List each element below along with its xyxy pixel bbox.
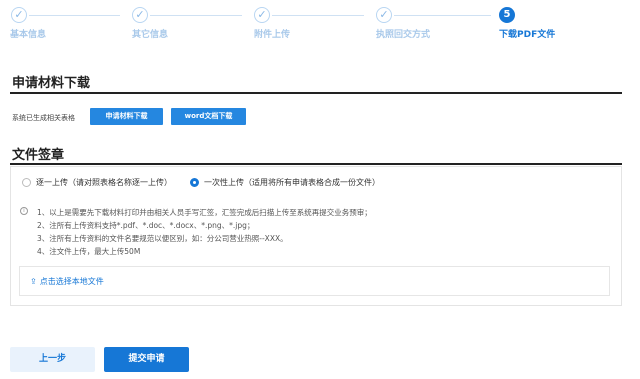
step-label: 附件上传 (254, 30, 291, 40)
upload-one-by-one-radio[interactable] (22, 178, 31, 187)
download-materials-button[interactable]: 申请材料下载 (90, 108, 163, 125)
check-icon: ✓ (132, 7, 148, 23)
previous-step-button[interactable]: 上一步 (10, 347, 95, 372)
radio-label[interactable]: 逐一上传（请对照表格名称逐一上传） (36, 177, 172, 188)
step-label: 基本信息 (10, 30, 47, 40)
generated-forms-label: 系统已生成相关表格 (12, 114, 75, 122)
progress-stepper: ✓ 基本信息 ✓ 其它信息 ✓ 附件上传 ✓ 执照回交方式 5 下载PDF文件 (0, 0, 640, 50)
upload-link-label: 点击选择本地文件 (39, 277, 104, 286)
check-icon: ✓ (11, 7, 27, 23)
step-connector (150, 15, 242, 16)
info-icon: i (20, 207, 28, 215)
sign-section-title: 文件签章 (12, 148, 65, 163)
word-download-button[interactable]: word文档下载 (171, 108, 246, 125)
submit-application-button[interactable]: 提交申请 (104, 347, 189, 372)
section-divider (10, 163, 622, 165)
select-local-file-link[interactable]: ⇪ 点击选择本地文件 (30, 276, 104, 287)
note-line: 4、注文件上传，最大上传50M (37, 247, 141, 256)
check-icon: ✓ (376, 7, 392, 23)
step-number: 5 (499, 7, 515, 23)
step-connector (394, 15, 491, 16)
download-section-title: 申请材料下载 (12, 76, 91, 91)
step-connector (272, 15, 364, 16)
step-label: 执照回交方式 (376, 30, 431, 40)
upload-all-at-once-radio[interactable] (190, 178, 199, 187)
section-divider (10, 92, 622, 94)
note-line: 2、注所有上传资料支持*.pdf、*.doc、*.docx、*.png、*.jp… (37, 221, 255, 230)
note-line: 3、注所有上传资料的文件名要规范以便区别，如：分公司营业热照--XXX。 (37, 234, 288, 243)
step-connector (29, 15, 120, 16)
radio-label[interactable]: 一次性上传（适用将所有申请表格合成一份文件） (204, 177, 380, 188)
step-label: 其它信息 (132, 30, 169, 40)
check-icon: ✓ (254, 7, 270, 23)
upload-icon: ⇪ (30, 277, 37, 286)
note-line: 1、以上是需要先下载材料打印并由相关人员手写汇签，汇签完成后扫描上传至系统再提交… (37, 208, 372, 217)
upload-area[interactable] (19, 266, 610, 296)
step-label: 下载PDF文件 (499, 30, 556, 40)
